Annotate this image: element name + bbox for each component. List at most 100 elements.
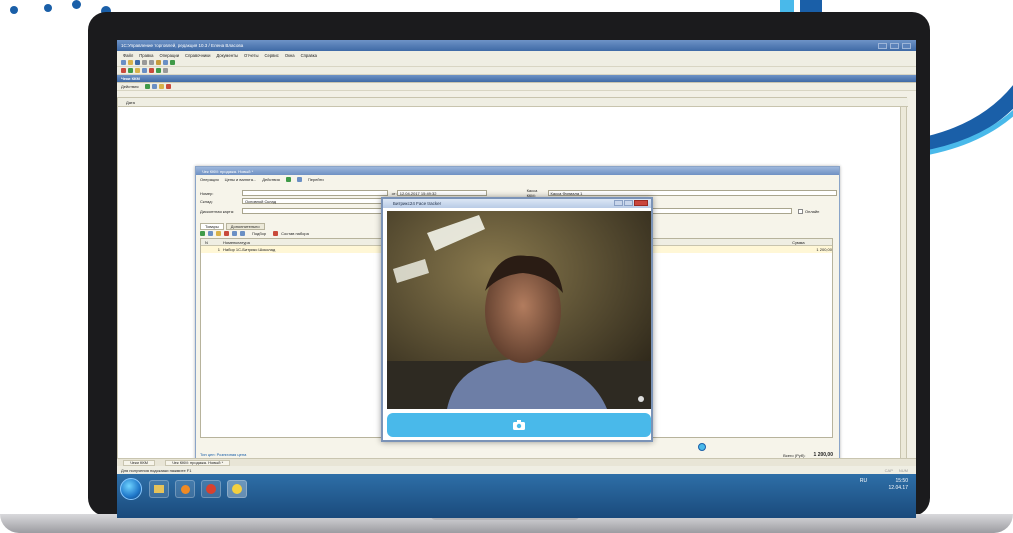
face-tracker-titlebar: Битрикс24 Face tracker xyxy=(383,199,651,208)
num-indicator: NUM xyxy=(898,467,908,473)
number-label: Номер: xyxy=(200,190,214,196)
cash-icon[interactable] xyxy=(128,68,133,73)
goods-icon[interactable] xyxy=(135,68,140,73)
start-button[interactable] xyxy=(120,478,142,500)
list-panel-title: Чеки ККМ xyxy=(117,75,916,83)
browser-app-icon[interactable] xyxy=(201,480,221,498)
total-label: Всего (Руб): xyxy=(783,452,806,458)
column-sum[interactable]: Сумма xyxy=(792,240,832,245)
find-icon[interactable] xyxy=(163,60,168,65)
menu-operations[interactable]: Операции xyxy=(159,53,179,58)
move-up-icon[interactable] xyxy=(232,231,237,236)
documents-list: Дата Чек ККМ: продажа. Новый * Операция … xyxy=(117,97,908,496)
menu-edit[interactable]: Правка xyxy=(139,53,153,58)
set-composition-button[interactable]: Состав набора xyxy=(281,231,309,236)
move-down-icon[interactable] xyxy=(240,231,245,236)
decor-dot xyxy=(10,6,18,14)
decor-square xyxy=(800,0,822,12)
camera-video-feed xyxy=(387,211,651,409)
clock[interactable]: 15:50 12.04.17 xyxy=(889,478,908,492)
column-date[interactable]: Дата xyxy=(126,100,135,105)
ft-maximize-button[interactable] xyxy=(624,200,633,206)
menu-reports[interactable]: Отчеты xyxy=(244,53,258,58)
list-header: Дата xyxy=(118,98,908,107)
menu-help[interactable]: Справка xyxy=(301,53,317,58)
warehouse-row: Склад: Основной Склад xyxy=(200,198,388,204)
help-icon[interactable] xyxy=(170,60,175,65)
decor-dot xyxy=(44,4,52,12)
refresh-icon[interactable] xyxy=(285,177,291,182)
copy-doc-icon[interactable] xyxy=(151,84,157,89)
price-type-link[interactable]: Тип цен: Розничная цена xyxy=(200,452,246,457)
paste-icon[interactable] xyxy=(156,60,161,65)
list-actions-menu[interactable]: Действия xyxy=(121,84,139,89)
list-scrollbar[interactable] xyxy=(900,107,906,493)
pick-button[interactable]: Подбор xyxy=(252,231,266,236)
operation-menu[interactable]: Операция xyxy=(200,177,219,182)
menu-documents[interactable]: Документы xyxy=(216,53,238,58)
goto-menu[interactable]: Перейти xyxy=(308,177,324,182)
main-toolbar xyxy=(117,59,916,67)
snapshot-button[interactable] xyxy=(387,413,651,437)
system-tray: RU 15:50 12.04.17 xyxy=(860,478,908,492)
document-tabs: Товары Дополнительно xyxy=(200,223,265,230)
caps-indicator: CAP xyxy=(884,467,893,473)
column-n[interactable]: N xyxy=(201,240,223,245)
cut-icon[interactable] xyxy=(142,60,147,65)
prices-button[interactable]: Цены и валюта... xyxy=(225,177,257,182)
edit-row-icon[interactable] xyxy=(216,231,221,236)
menu-service[interactable]: Сервис xyxy=(265,53,279,58)
online-checkbox[interactable] xyxy=(798,208,803,214)
document-titlebar: Чек ККМ: продажа. Новый * xyxy=(196,167,839,175)
window-tab-new-check[interactable]: Чек ККМ: продажа. Новый * xyxy=(164,459,231,466)
date-field[interactable]: 12.04.2017 15:49:32 xyxy=(396,190,487,196)
kassa-field[interactable]: Касса Филиала 1 xyxy=(547,190,837,196)
add-row-icon[interactable] xyxy=(200,231,205,236)
clients-icon[interactable] xyxy=(142,68,147,73)
copy-row-icon[interactable] xyxy=(208,231,213,236)
delete-row-icon[interactable] xyxy=(224,231,229,236)
window-tab-checks[interactable]: Чеки ККМ xyxy=(123,459,155,466)
grid-toolbar: Подбор Состав набора xyxy=(200,231,309,236)
reports-icon[interactable] xyxy=(156,68,161,73)
1c-app-icon[interactable] xyxy=(227,480,247,498)
open-icon[interactable] xyxy=(128,60,133,65)
menu-file[interactable]: Файл xyxy=(123,53,133,58)
ft-close-button[interactable] xyxy=(634,200,648,206)
menu-windows[interactable]: Окна xyxy=(285,53,295,58)
maximize-button[interactable] xyxy=(890,42,899,49)
tab-additional[interactable]: Дополнительно xyxy=(225,223,265,230)
minimize-button[interactable] xyxy=(878,42,887,49)
price-type-row: Тип цен: Розничная цена xyxy=(200,452,246,457)
bank-icon[interactable] xyxy=(121,68,126,73)
doc-actions-menu[interactable]: Действия xyxy=(262,177,280,182)
warehouse-field[interactable]: Основной Склад xyxy=(242,198,388,204)
delete-icon[interactable] xyxy=(165,84,171,89)
structure-icon[interactable] xyxy=(296,177,302,182)
media-player-app-icon[interactable] xyxy=(175,480,195,498)
edit-icon[interactable] xyxy=(158,84,164,89)
orders-icon[interactable] xyxy=(149,68,154,73)
face-tracker-window: Битрикс24 Face tracker xyxy=(381,197,653,442)
row-sum: 1 200,00 xyxy=(816,247,832,252)
windows-taskbar: RU 15:50 12.04.17 xyxy=(117,474,916,518)
tab-goods[interactable]: Товары xyxy=(200,223,224,230)
new-icon[interactable] xyxy=(121,60,126,65)
add-icon[interactable] xyxy=(144,84,150,89)
decor-dot xyxy=(72,0,81,9)
explorer-app-icon[interactable] xyxy=(149,480,169,498)
close-button[interactable] xyxy=(902,42,911,49)
window-tabs-bar: Чеки ККМ Чек ККМ: продажа. Новый * xyxy=(117,458,916,466)
copy-icon[interactable] xyxy=(149,60,154,65)
number-field[interactable] xyxy=(241,190,388,196)
discount-card-label: Дисконтная карта: xyxy=(200,208,235,214)
document-title: Чек ККМ: продажа. Новый * xyxy=(202,168,254,174)
settings-icon[interactable] xyxy=(163,68,168,73)
clock-date: 12.04.17 xyxy=(888,485,908,491)
language-indicator[interactable]: RU xyxy=(860,478,867,484)
menu-references[interactable]: Справочники xyxy=(185,53,210,58)
save-icon[interactable] xyxy=(135,60,140,65)
list-toolbar: Действия xyxy=(117,83,916,91)
ft-minimize-button[interactable] xyxy=(614,200,623,206)
bitrix-indicator-icon xyxy=(698,443,706,451)
